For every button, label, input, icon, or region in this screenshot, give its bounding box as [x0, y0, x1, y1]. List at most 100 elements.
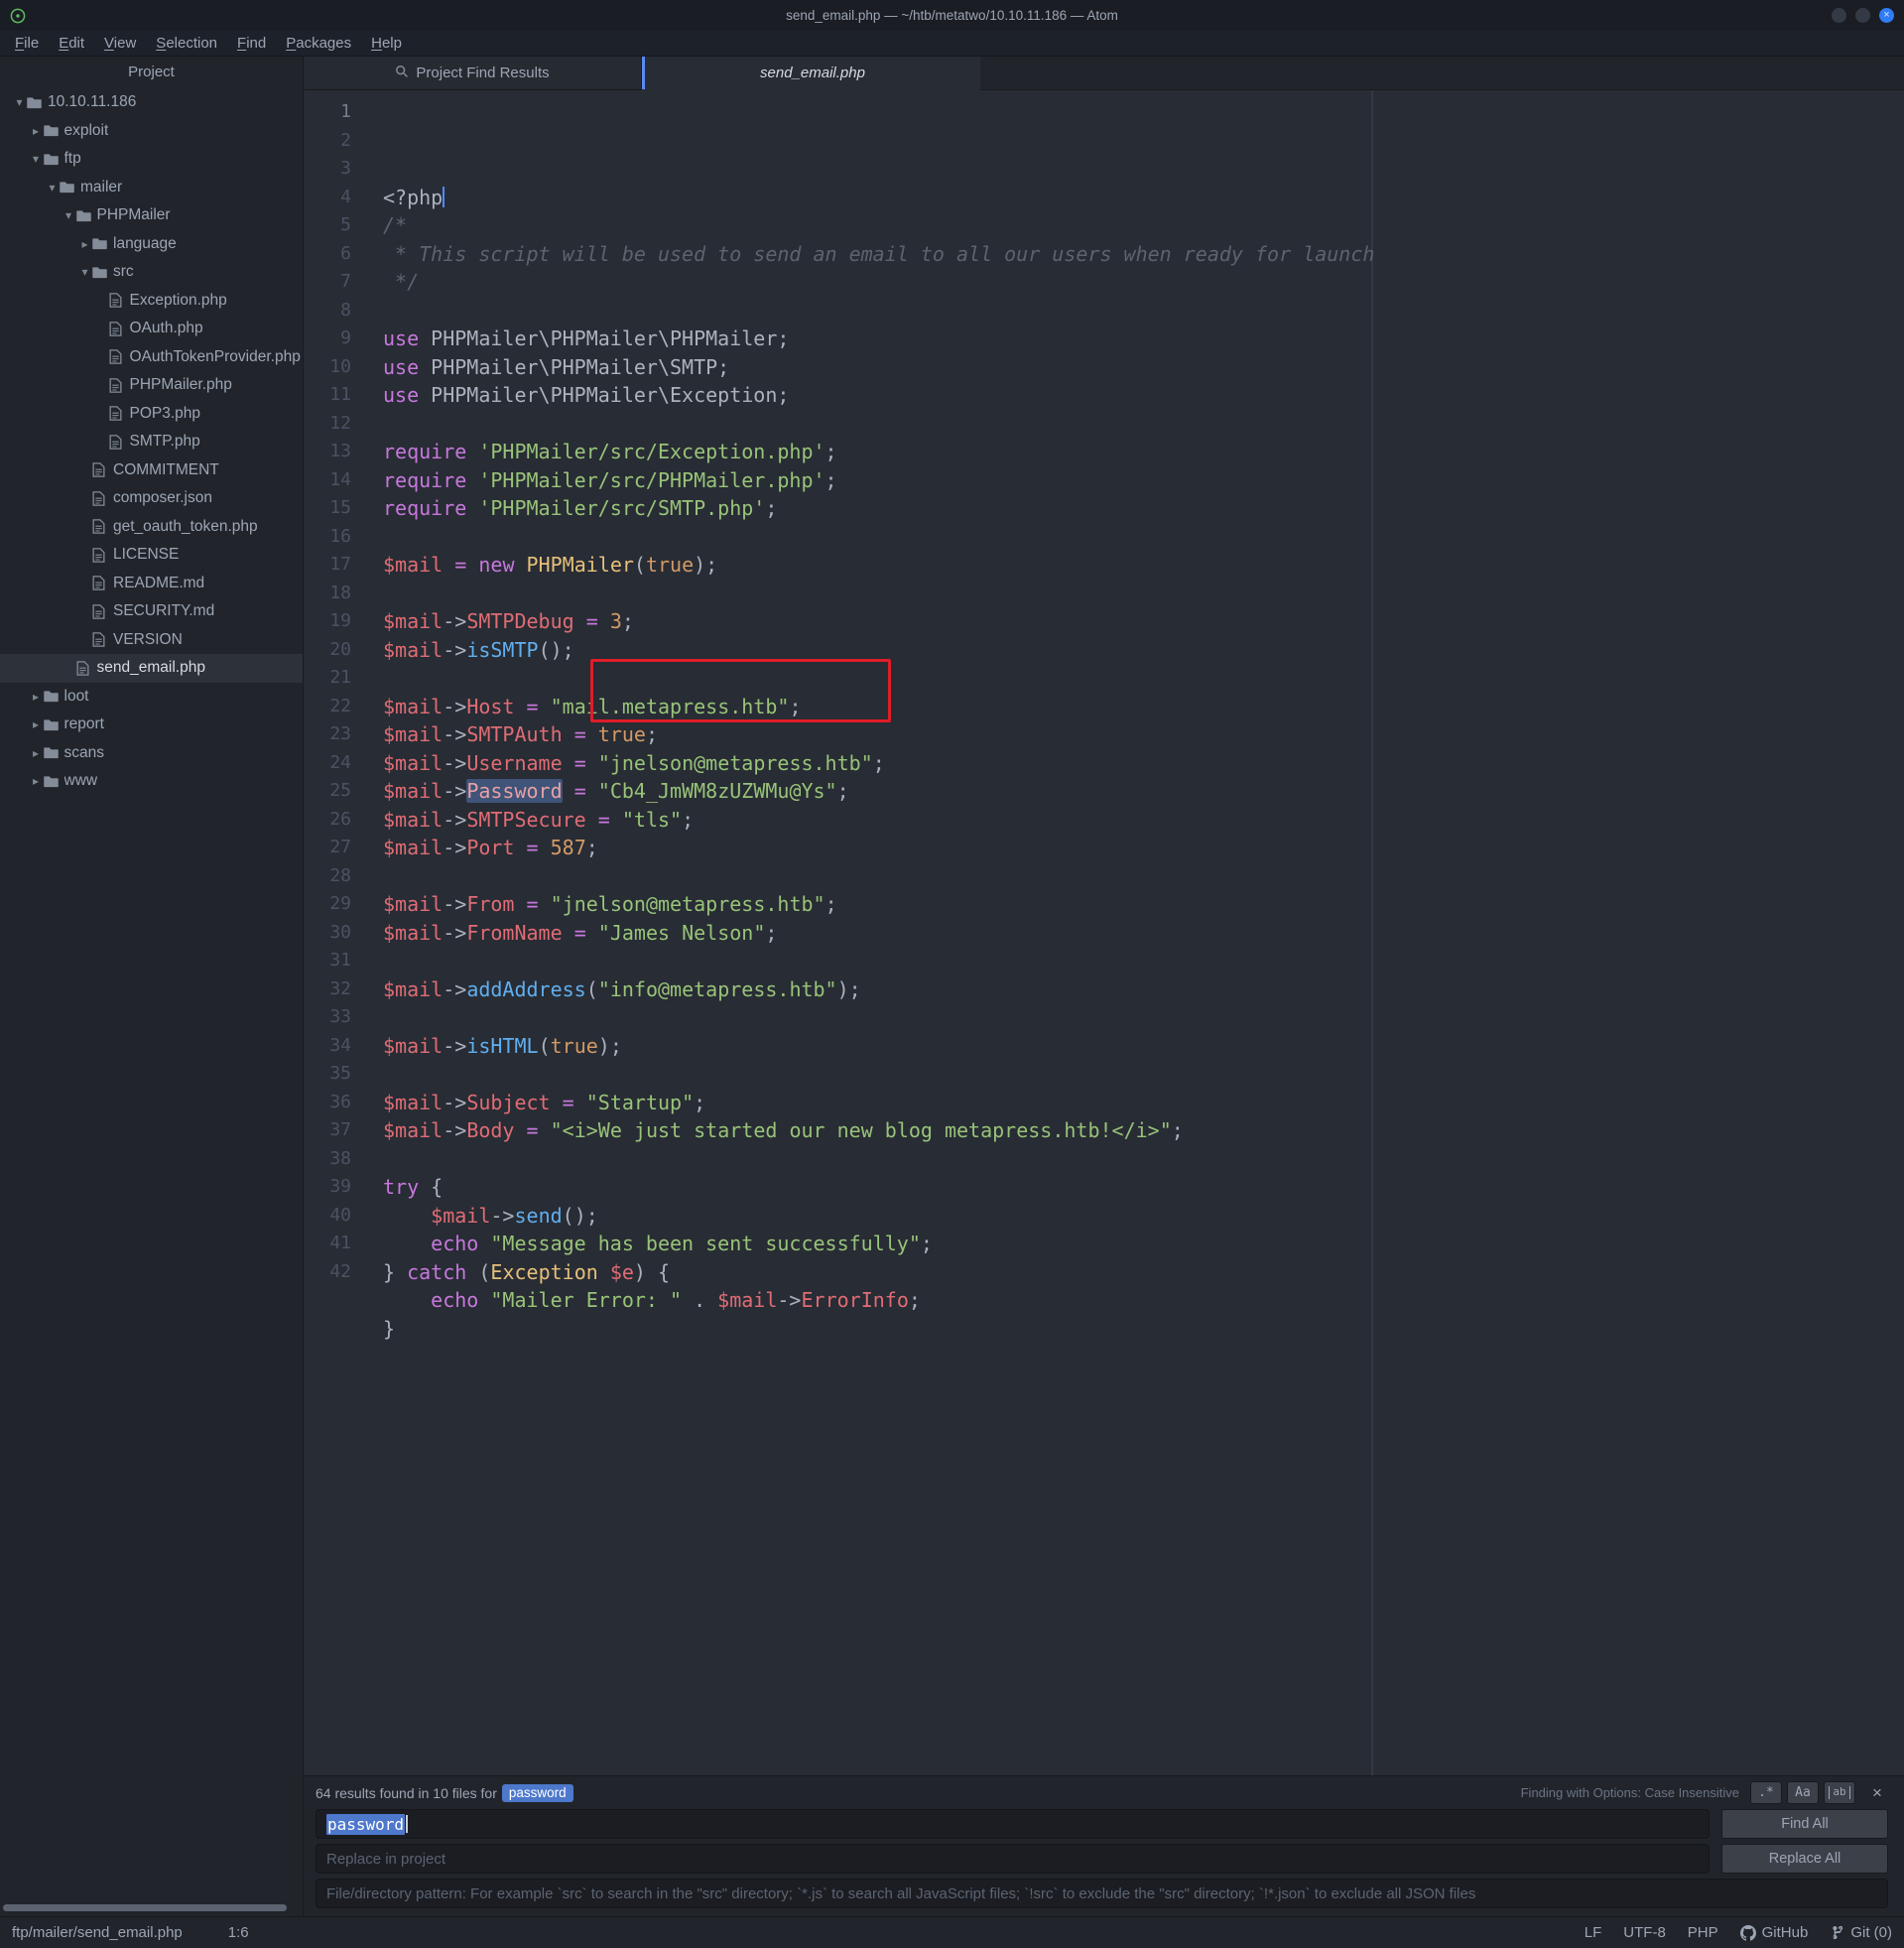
close-panel-icon[interactable]: ×	[1866, 1783, 1888, 1803]
chevron-right-icon[interactable]: ▸	[77, 237, 92, 251]
code-line-38[interactable]: echo "Message has been sent successfully…	[383, 1230, 1904, 1258]
minimize-button[interactable]	[1832, 8, 1846, 23]
code-line-21[interactable]: $mail->Username = "jnelson@metapress.htb…	[383, 749, 1904, 778]
tree-item-src[interactable]: ▾ src	[0, 258, 303, 287]
chevron-down-icon[interactable]: ▾	[12, 95, 27, 109]
match-case-option-button[interactable]: Aa	[1787, 1781, 1819, 1804]
find-all-button[interactable]: Find All	[1721, 1809, 1888, 1839]
code-line-20[interactable]: $mail->SMTPAuth = true;	[383, 720, 1904, 749]
tree-item-commitment[interactable]: COMMITMENT	[0, 456, 303, 485]
code-line-7[interactable]: use PHPMailer\PHPMailer\SMTP;	[383, 353, 1904, 382]
chevron-down-icon[interactable]: ▾	[45, 181, 60, 195]
code-line-36[interactable]: try {	[383, 1173, 1904, 1202]
editor[interactable]: 1 2 3 4 5 6 7 8 9 10 11 12 13 14 15 16 17 18 19 20 21 22 23 24 2…	[304, 90, 1904, 1775]
menu-file[interactable]: File	[6, 33, 48, 54]
code-line-29[interactable]: $mail->addAddress("info@metapress.htb");	[383, 975, 1904, 1004]
tree-item-get-oauth-token-php[interactable]: get_oauth_token.php	[0, 513, 303, 542]
replace-all-button[interactable]: Replace All	[1721, 1844, 1888, 1874]
code-line-39[interactable]: } catch (Exception $e) {	[383, 1258, 1904, 1287]
tree-item-send-email-php[interactable]: send_email.php	[0, 654, 303, 683]
tree-item-phpmailer-php[interactable]: PHPMailer.php	[0, 371, 303, 400]
tree-item-report[interactable]: ▸ report	[0, 711, 303, 739]
chevron-down-icon[interactable]: ▾	[77, 265, 92, 279]
menu-help[interactable]: Help	[362, 33, 411, 54]
code-line-1[interactable]: <?php	[383, 184, 1904, 212]
code-line-12[interactable]: require 'PHPMailer/src/SMTP.php';	[383, 494, 1904, 523]
code-line-5[interactable]	[383, 297, 1904, 325]
code-line-9[interactable]	[383, 410, 1904, 439]
code-line-8[interactable]: use PHPMailer\PHPMailer\Exception;	[383, 381, 1904, 410]
code-line-3[interactable]: * This script will be used to send an em…	[383, 240, 1904, 269]
menu-packages[interactable]: Packages	[277, 33, 360, 54]
tree-item-language[interactable]: ▸ language	[0, 230, 303, 259]
tree-item-readme-md[interactable]: README.md	[0, 570, 303, 598]
tree-item-exception-php[interactable]: Exception.php	[0, 287, 303, 316]
whole-word-option-button[interactable]: ab	[1824, 1781, 1855, 1804]
tree-item-composer-json[interactable]: composer.json	[0, 484, 303, 513]
code-line-10[interactable]: require 'PHPMailer/src/Exception.php';	[383, 438, 1904, 466]
chevron-right-icon[interactable]: ▸	[29, 774, 44, 788]
code-line-35[interactable]	[383, 1145, 1904, 1174]
code-line-33[interactable]: $mail->Subject = "Startup";	[383, 1089, 1904, 1117]
code-line-25[interactable]	[383, 862, 1904, 891]
code-line-31[interactable]: $mail->isHTML(true);	[383, 1032, 1904, 1061]
find-input[interactable]: password	[316, 1809, 1710, 1839]
code-line-30[interactable]	[383, 1003, 1904, 1032]
chevron-right-icon[interactable]: ▸	[29, 124, 44, 138]
status-line-ending[interactable]: LF	[1585, 1924, 1602, 1941]
tree-item-license[interactable]: LICENSE	[0, 541, 303, 570]
code-line-4[interactable]: */	[383, 268, 1904, 297]
code-line-26[interactable]: $mail->From = "jnelson@metapress.htb";	[383, 890, 1904, 919]
status-grammar[interactable]: PHP	[1688, 1924, 1718, 1941]
tree-item-10-10-11-186[interactable]: ▾ 10.10.11.186	[0, 88, 303, 117]
chevron-down-icon[interactable]: ▾	[62, 208, 76, 222]
code-line-42[interactable]	[383, 1343, 1904, 1371]
tree-item-phpmailer[interactable]: ▾ PHPMailer	[0, 201, 303, 230]
tree-item-mailer[interactable]: ▾ mailer	[0, 174, 303, 202]
code-line-28[interactable]	[383, 947, 1904, 975]
chevron-down-icon[interactable]: ▾	[29, 152, 44, 166]
github-status[interactable]: GitHub	[1739, 1924, 1808, 1941]
code-line-2[interactable]: /*	[383, 211, 1904, 240]
regex-option-button[interactable]: .*	[1750, 1781, 1782, 1804]
menu-find[interactable]: Find	[228, 33, 275, 54]
code-line-37[interactable]: $mail->send();	[383, 1202, 1904, 1231]
tree-item-ftp[interactable]: ▾ ftp	[0, 145, 303, 174]
tab-project-find-results[interactable]: Project Find Results	[304, 57, 642, 89]
status-encoding[interactable]: UTF-8	[1623, 1924, 1666, 1941]
code-line-40[interactable]: echo "Mailer Error: " . $mail->ErrorInfo…	[383, 1286, 1904, 1315]
tree-item-version[interactable]: VERSION	[0, 626, 303, 655]
code-line-6[interactable]: use PHPMailer\PHPMailer\PHPMailer;	[383, 325, 1904, 353]
status-cursor-position[interactable]: 1:6	[228, 1924, 249, 1941]
code-line-15[interactable]	[383, 580, 1904, 608]
menu-view[interactable]: View	[95, 33, 145, 54]
code-line-34[interactable]: $mail->Body = "<i>We just started our ne…	[383, 1116, 1904, 1145]
chevron-right-icon[interactable]: ▸	[29, 690, 44, 704]
tree-horizontal-scrollbar[interactable]	[3, 1904, 287, 1911]
code-line-24[interactable]: $mail->Port = 587;	[383, 834, 1904, 862]
tree-item-pop3-php[interactable]: POP3.php	[0, 400, 303, 429]
code-line-27[interactable]: $mail->FromName = "James Nelson";	[383, 919, 1904, 948]
chevron-right-icon[interactable]: ▸	[29, 746, 44, 760]
code-line-22[interactable]: $mail->Password = "Cb4_JmWM8zUZWMu@Ys";	[383, 777, 1904, 806]
code-line-11[interactable]: require 'PHPMailer/src/PHPMailer.php';	[383, 466, 1904, 495]
code-line-23[interactable]: $mail->SMTPSecure = "tls";	[383, 806, 1904, 835]
replace-input[interactable]: Replace in project	[316, 1844, 1710, 1874]
code-line-13[interactable]	[383, 523, 1904, 552]
tree-item-exploit[interactable]: ▸ exploit	[0, 117, 303, 146]
tree-item-oauth-php[interactable]: OAuth.php	[0, 315, 303, 343]
tree-item-oauthtokenprovider-php[interactable]: OAuthTokenProvider.php	[0, 343, 303, 372]
code-line-16[interactable]: $mail->SMTPDebug = 3;	[383, 607, 1904, 636]
git-status[interactable]: Git (0)	[1830, 1924, 1892, 1941]
menu-selection[interactable]: Selection	[147, 33, 226, 54]
chevron-right-icon[interactable]: ▸	[29, 717, 44, 731]
code-line-41[interactable]: }	[383, 1315, 1904, 1344]
menu-edit[interactable]: Edit	[50, 33, 93, 54]
maximize-button[interactable]	[1855, 8, 1870, 23]
file-pattern-input[interactable]: File/directory pattern: For example `src…	[316, 1879, 1888, 1908]
code-line-14[interactable]: $mail = new PHPMailer(true);	[383, 551, 1904, 580]
close-button[interactable]: ×	[1879, 8, 1894, 23]
line-number-gutter[interactable]: 1 2 3 4 5 6 7 8 9 10 11 12 13 14 15 16 17 18 19 20 21 22 23 24 2…	[304, 90, 365, 1775]
tree-item-www[interactable]: ▸ www	[0, 767, 303, 796]
tree-item-loot[interactable]: ▸ loot	[0, 683, 303, 712]
